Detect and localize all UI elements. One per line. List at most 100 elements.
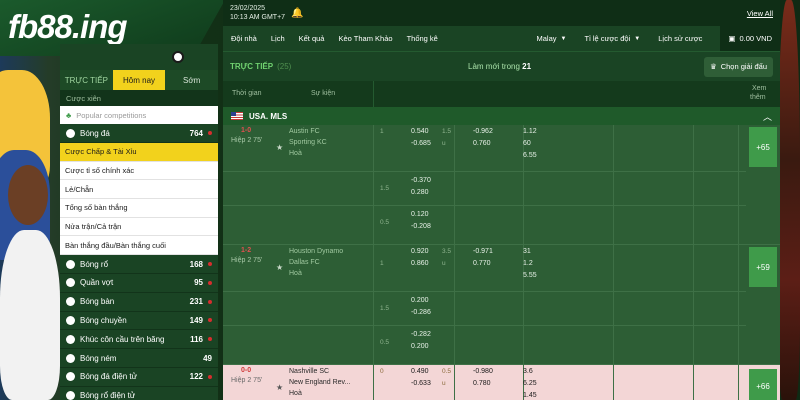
- odds-value[interactable]: 0.860: [411, 260, 429, 267]
- chevron-up-icon[interactable]: ︿: [763, 110, 772, 123]
- total-line: u: [442, 380, 446, 387]
- sub-item-first-last-goal[interactable]: Bàn thắng đầu/Bàn thắng cuối: [60, 236, 218, 256]
- more-markets-button[interactable]: +66: [749, 369, 777, 400]
- trophy-icon: ♛: [709, 62, 717, 71]
- date-time: 23/02/2025 10:13 AM GMT+7: [230, 4, 285, 22]
- odds-value[interactable]: -0.370: [411, 177, 431, 184]
- odds-value[interactable]: 60: [523, 140, 531, 147]
- odds-value[interactable]: -0.286: [411, 309, 431, 316]
- odds-value[interactable]: -0.208: [411, 223, 431, 230]
- balance[interactable]: ▣ 0.00 VND: [720, 26, 780, 51]
- sub-item-handicap-ou[interactable]: Cược Chấp & Tài Xỉu: [60, 143, 218, 162]
- grid-line: [454, 245, 455, 364]
- sidebar-item-handball[interactable]: Bóng ném 49: [60, 349, 218, 368]
- sidebar-item-table-tennis[interactable]: Bóng bàn 231: [60, 292, 218, 312]
- draw-label: Hoà: [289, 390, 302, 397]
- view-all-link[interactable]: View All: [747, 9, 773, 18]
- odds-value[interactable]: -0.282: [411, 331, 431, 338]
- choose-league-button[interactable]: ♛ Chọn giải đấu: [703, 56, 773, 77]
- match-score: 1-0: [241, 127, 252, 134]
- match-row: 1-0 Hiệp 2 75' Austin FC Sporting KC Hoà 1 0.5…: [223, 125, 780, 245]
- handicap-line: 0.5: [380, 219, 390, 226]
- league-bar[interactable]: USA. MLS ︿: [223, 107, 780, 125]
- odds-value[interactable]: 6.55: [523, 152, 537, 159]
- bell-icon[interactable]: 🔔: [291, 8, 303, 19]
- tab-today[interactable]: Hôm nay: [112, 70, 166, 90]
- odds-value[interactable]: 0.540: [411, 128, 429, 135]
- star-icon[interactable]: ★: [276, 383, 283, 392]
- sports-list: Bóng rổ 168 Quần vợt 95 Bóng bàn 231 Bón…: [60, 255, 218, 400]
- sidebar-item-count: 168: [189, 259, 203, 269]
- popular-competitions[interactable]: ♣ Popular competitions: [60, 106, 218, 124]
- sidebar-item-esoccer[interactable]: Bóng đá điện tử 122: [60, 367, 218, 387]
- odds-value[interactable]: 0.770: [473, 260, 491, 267]
- brand-logo[interactable]: fb88.ing: [8, 8, 128, 46]
- odds-value[interactable]: 0.780: [473, 380, 491, 387]
- odds-value[interactable]: 1.12: [523, 128, 537, 135]
- odds-value[interactable]: 1.45: [523, 392, 537, 399]
- bet-history-link[interactable]: Lịch sử cược: [658, 34, 702, 43]
- star-icon[interactable]: ★: [276, 263, 283, 272]
- sidebar-item-ebasketball[interactable]: Bóng rổ điện tử: [60, 386, 218, 400]
- ice-hockey-icon: [66, 334, 75, 344]
- grid-line: [373, 245, 374, 364]
- odds-value[interactable]: -0.971: [473, 248, 493, 255]
- odds-value[interactable]: 0.920: [411, 248, 429, 255]
- odds-type-value: Malay: [536, 34, 557, 43]
- wallet-icon: ▣: [728, 34, 736, 43]
- tab-live[interactable]: TRỰC TIẾP: [60, 70, 113, 90]
- sidebar-item-count: 116: [190, 334, 203, 344]
- odds-value[interactable]: 0.200: [411, 297, 429, 304]
- odds-value[interactable]: 31: [523, 248, 531, 255]
- odds-value[interactable]: 0.760: [473, 140, 491, 147]
- draw-label: Hoà: [289, 270, 302, 277]
- nav-schedule[interactable]: Lịch: [271, 34, 285, 43]
- nav-reference-odds[interactable]: Kèo Tham Khảo: [338, 34, 392, 43]
- odds-value[interactable]: 5.55: [523, 272, 537, 279]
- balance-value: 0.00 VND: [739, 34, 772, 43]
- odds-value[interactable]: -0.980: [473, 368, 493, 375]
- sub-item-odd-even[interactable]: Lẻ/Chẵn: [60, 180, 218, 200]
- odds-value[interactable]: -0.633: [411, 380, 431, 387]
- odds-value[interactable]: 0.490: [411, 368, 429, 375]
- star-icon[interactable]: ★: [276, 143, 283, 152]
- sidebar-item-label: Bóng rổ điện tử: [80, 391, 136, 400]
- nav-results[interactable]: Kết quả: [299, 34, 325, 43]
- sidebar-item-football[interactable]: Bóng đá 764: [60, 124, 218, 143]
- odds-value[interactable]: 0.120: [411, 211, 429, 218]
- odds-value[interactable]: 6.25: [523, 380, 537, 387]
- sidebar-item-count: 95: [194, 278, 203, 288]
- odds-value[interactable]: -0.962: [473, 128, 493, 135]
- odds-value[interactable]: 0.280: [411, 189, 429, 196]
- odds-value[interactable]: 3.6: [523, 368, 533, 375]
- sub-item-half-full[interactable]: Nửa trận/Cả trận: [60, 217, 218, 237]
- tab-early[interactable]: Sớm: [165, 70, 218, 90]
- more-markets-button[interactable]: +59: [749, 247, 777, 287]
- sidebar: TRỰC TIẾP Hôm nay Sớm Cược xiên ♣ Popula…: [60, 44, 218, 400]
- match-row: 1-2 Hiệp 2 75' Houston Dynamo Dallas FC Hoà 1…: [223, 245, 780, 365]
- match-row: 0-0 Hiệp 2 75' Nashville SC New England Rev…: [223, 365, 780, 400]
- parlay-section[interactable]: Cược xiên: [60, 90, 218, 106]
- nav-statistics[interactable]: Thống kê: [407, 34, 438, 43]
- sidebar-item-ice-hockey[interactable]: Khúc côn cầu trên băng 116: [60, 330, 218, 350]
- sub-item-correct-score[interactable]: Cược tỉ số chính xác: [60, 161, 218, 181]
- grid-line: [223, 291, 746, 292]
- col-time: Thời gian: [232, 90, 262, 97]
- odds-value[interactable]: 1.2: [523, 260, 533, 267]
- nav-right: Malay ▼ Tỉ lệ cược đội ▼ Lịch sử cược ▣ …: [537, 26, 780, 51]
- live-title: TRỰC TIẾP: [230, 62, 274, 71]
- bet-ratio-select[interactable]: Tỉ lệ cược đội ▼: [584, 34, 640, 43]
- sidebar-item-tennis[interactable]: Quần vợt 95: [60, 273, 218, 293]
- sidebar-item-basketball[interactable]: Bóng rổ 168: [60, 255, 218, 274]
- odds-value[interactable]: -0.685: [411, 140, 431, 147]
- ball-icon[interactable]: [172, 51, 184, 63]
- sidebar-item-volleyball[interactable]: Bóng chuyền 149: [60, 311, 218, 331]
- sub-item-total-goals[interactable]: Tổng số bàn thắng: [60, 199, 218, 218]
- nav-home-team[interactable]: Đội nhà: [231, 34, 257, 43]
- esoccer-icon: [66, 372, 75, 382]
- refresh-timer[interactable]: Làm mới trong 21: [468, 62, 531, 71]
- player-image: [778, 0, 800, 400]
- odds-type-select[interactable]: Malay ▼: [537, 34, 567, 43]
- odds-value[interactable]: 0.200: [411, 343, 429, 350]
- more-markets-button[interactable]: +65: [749, 127, 777, 167]
